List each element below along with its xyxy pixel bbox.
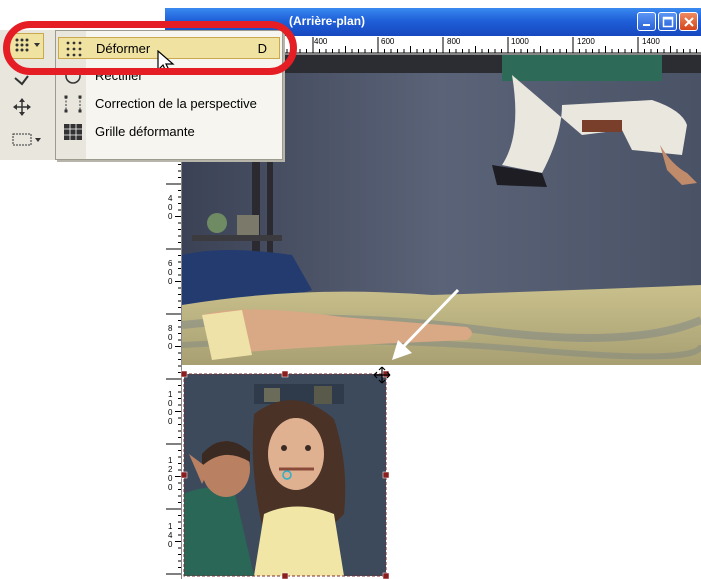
chevron-down-icon [35,138,41,142]
selection-icon [12,133,41,146]
menu-item-perspective-correction[interactable]: Correction de la perspective [58,93,280,115]
move-tool-button[interactable] [10,96,44,120]
selection-tool-button[interactable] [10,128,44,152]
menu-item-label: Correction de la perspective [95,96,257,111]
perspective-icon [64,95,82,113]
annotation-arrow [392,288,460,360]
resize-cursor-icon [373,366,391,384]
move-icon [13,98,31,116]
deform-handle [180,370,188,378]
highlight-ring [3,21,297,75]
menu-item-label: Grille déformante [95,124,195,139]
deform-handle [180,471,188,479]
menu-item-mesh-warp[interactable]: Grille déformante [58,121,280,143]
deform-handle [382,572,390,579]
deform-handle [382,471,390,479]
rotation-pivot [282,470,292,480]
deform-handle [281,572,289,579]
deform-handle [281,370,289,378]
mesh-warp-icon [64,124,82,140]
